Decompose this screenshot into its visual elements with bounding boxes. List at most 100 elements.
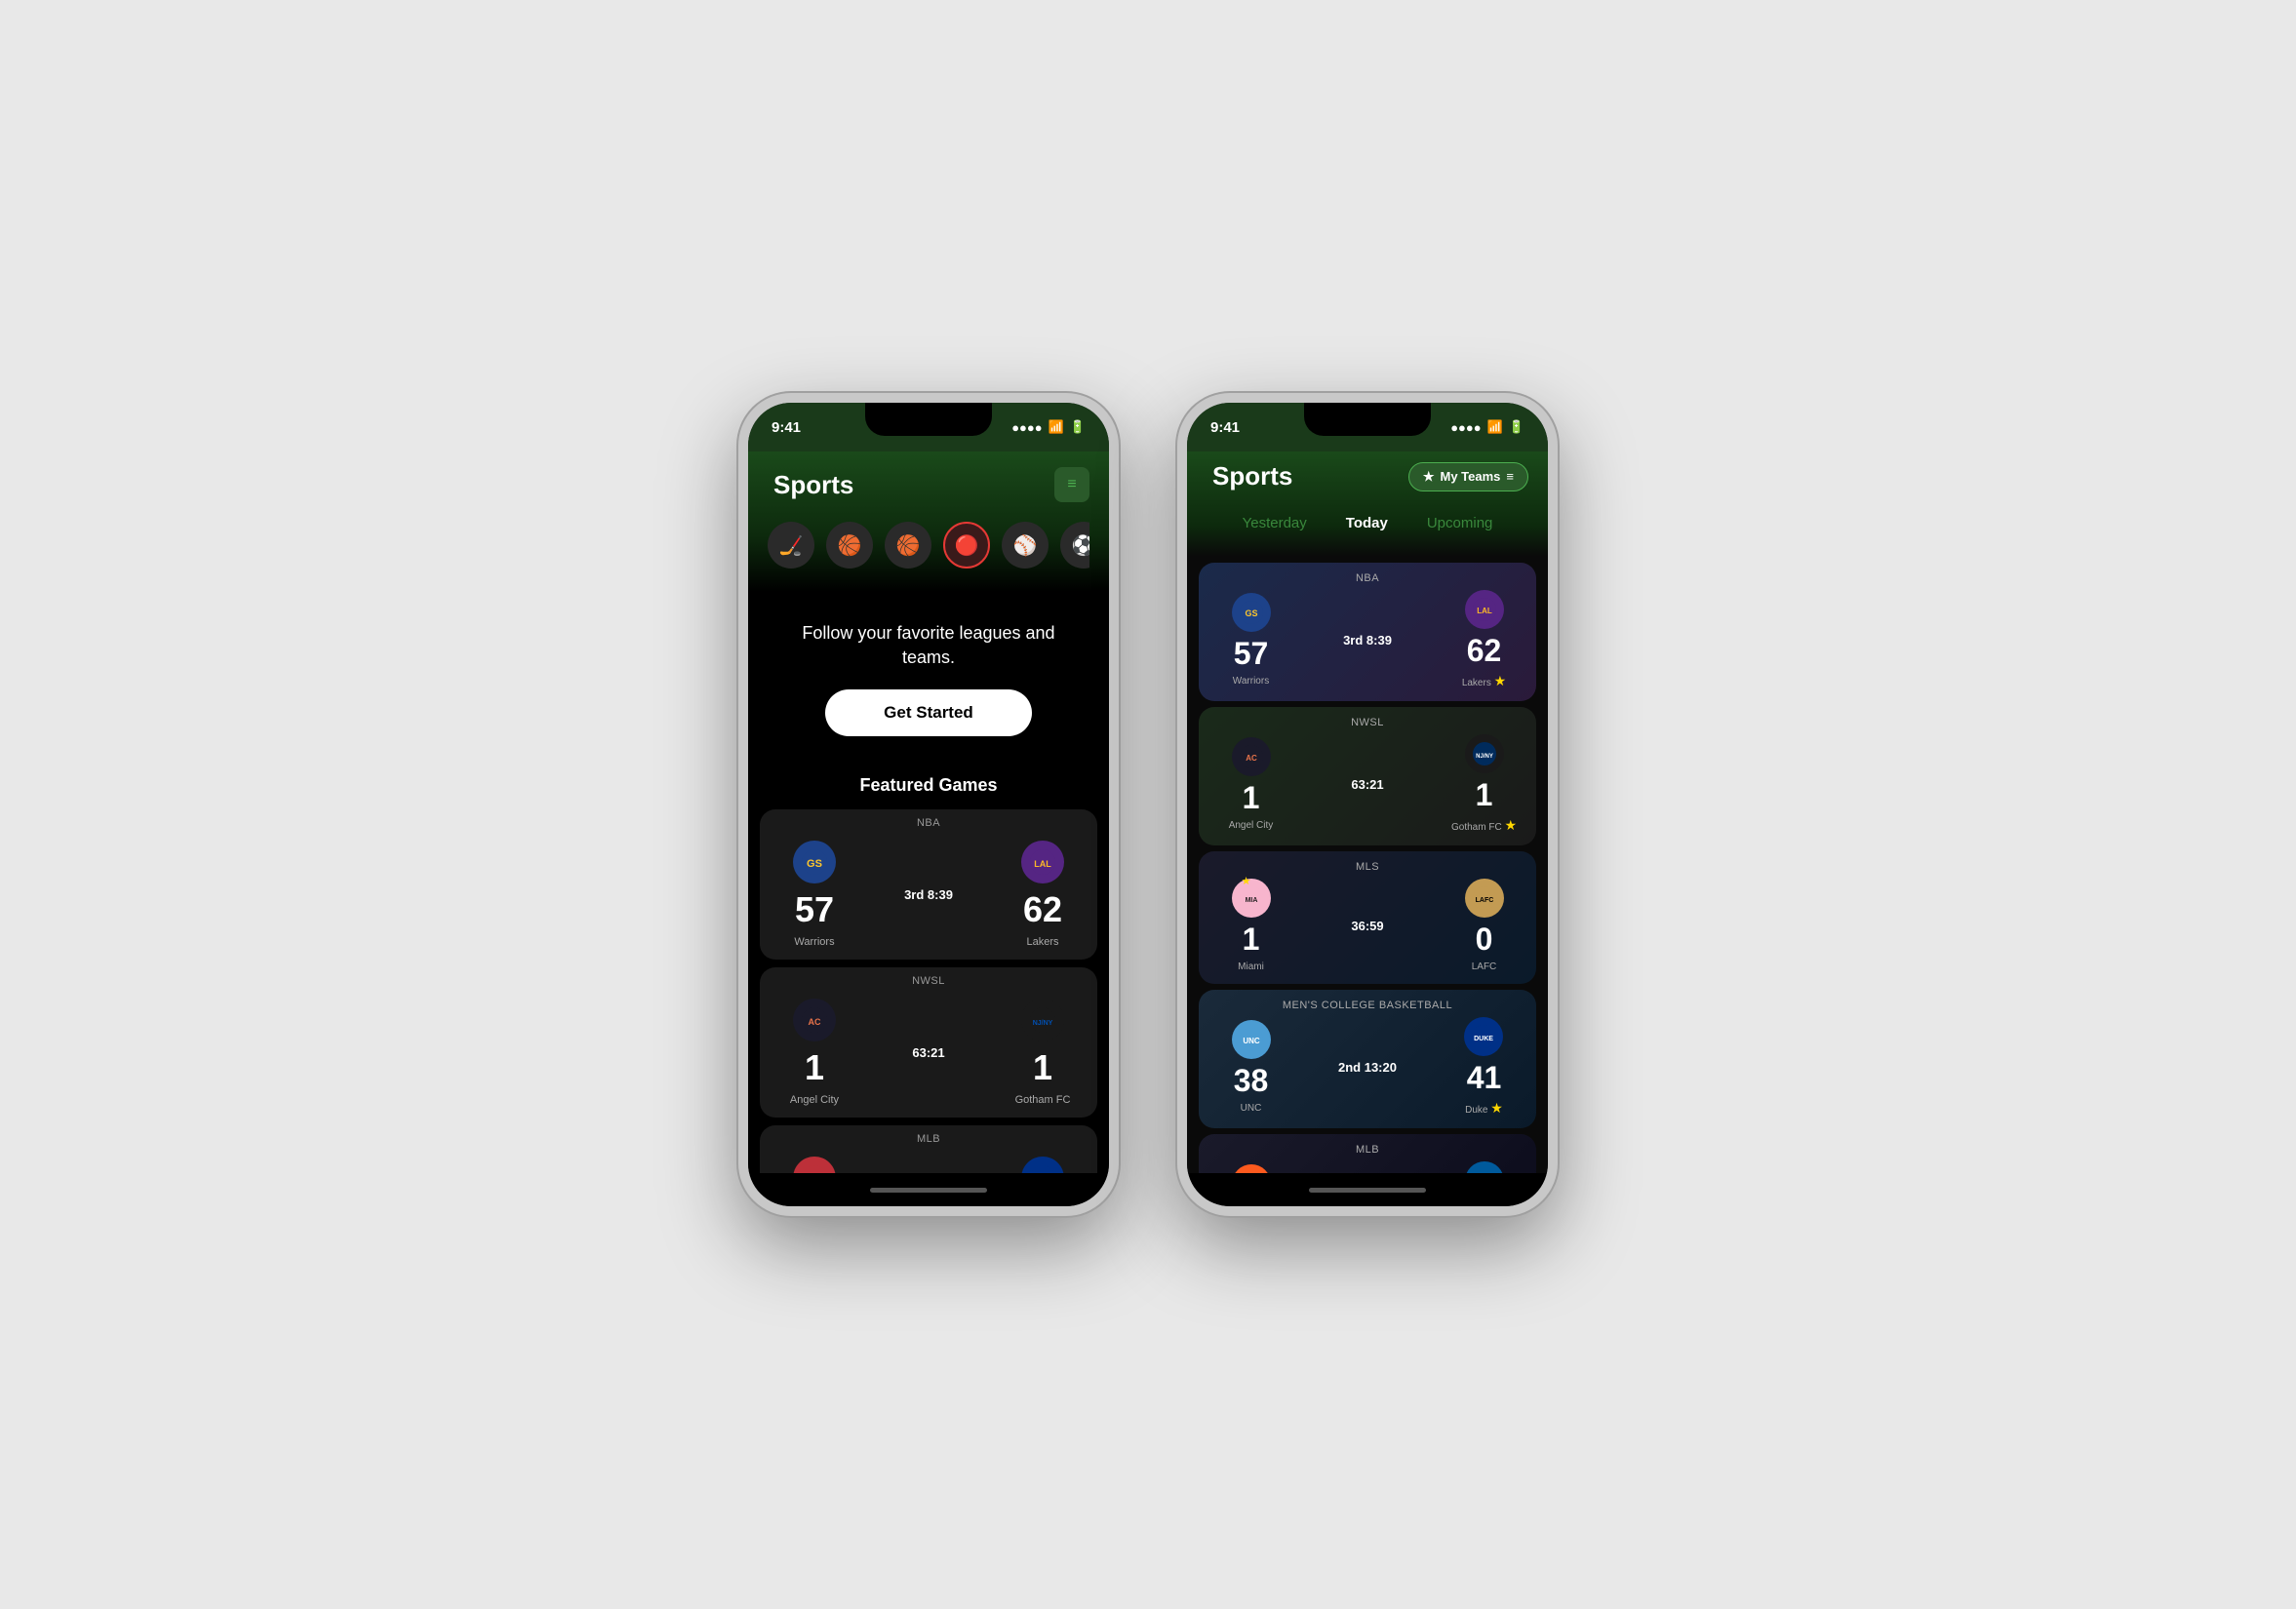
featured-title: Featured Games (748, 765, 1109, 809)
bottom-bar-1 (748, 1173, 1109, 1206)
svg-text:LAL: LAL (1477, 607, 1492, 615)
unc-score: 38 (1234, 1063, 1269, 1099)
phone-2-content: Sports ★ My Teams ≡ Yesterday Today Upco… (1187, 451, 1548, 1173)
game-card2-mls[interactable]: MLS ★ MIA 1 Miami 36: (1199, 851, 1536, 984)
nba-status-2: 3rd 8:39 (1343, 633, 1392, 648)
game-score2-mlb2: SF 4 Giants ⬤⬤⬤ ▲ 8th (1214, 1161, 1521, 1173)
notch-2 (1304, 403, 1431, 436)
miami-logo-2: MIA (1232, 879, 1271, 918)
warriors-logo-2: GS (1232, 593, 1271, 632)
lakers-name-2: Lakers ★ (1462, 673, 1506, 689)
get-started-button[interactable]: Get Started (825, 689, 1032, 736)
lakers-logo: LAL (1021, 841, 1064, 883)
lakers-score-2: 62 (1467, 633, 1502, 669)
featured-games-section: Featured Games NBA GS 57 (748, 756, 1109, 1173)
league-premier[interactable]: ⚽ (1060, 522, 1089, 569)
duke-score: 41 (1467, 1060, 1502, 1096)
wifi-icon-2: 📶 (1487, 419, 1503, 435)
game-card2-nba[interactable]: NBA GS 57 Warriors 3rd 8:39 (1199, 563, 1536, 701)
signal-icon-2: ●●●● (1450, 420, 1481, 435)
tab-yesterday[interactable]: Yesterday (1223, 509, 1326, 537)
league-nhl[interactable]: 🏒 (768, 522, 814, 569)
game-league-nwsl: NWSL (760, 967, 1097, 991)
gotham-name-2: Gotham FC ★ (1451, 817, 1517, 834)
game-card2-college-bball[interactable]: Men's College Basketball UNC 38 UNC (1199, 990, 1536, 1128)
app-title-2: Sports (1207, 461, 1292, 491)
team-gotham: NJ/NY 1 Gotham FC (1004, 999, 1082, 1106)
svg-text:UNC: UNC (1243, 1037, 1260, 1045)
game-info2-college: 2nd 13:20 (1338, 1060, 1397, 1075)
lafc-name: LAFC (1472, 961, 1497, 972)
college-status: 2nd 13:20 (1338, 1060, 1397, 1075)
game-league2-mlb2: MLB (1214, 1140, 1521, 1161)
game-info2-nwsl: 63:21 (1351, 777, 1383, 792)
league-nba[interactable]: 🏀 (885, 522, 931, 569)
app-name-1: Sports (773, 470, 853, 500)
game-league-mlb: MLB (760, 1125, 1097, 1149)
notch (865, 403, 992, 436)
angel-city-logo-2: AC (1232, 737, 1271, 776)
unc-name: UNC (1241, 1103, 1262, 1114)
gotham-name: Gotham FC (1015, 1094, 1071, 1106)
battery-icon: 🔋 (1070, 419, 1086, 435)
league-mlb[interactable]: ⚾ (1002, 522, 1049, 569)
warriors-score: 57 (795, 889, 834, 930)
follow-section: Follow your favorite leagues and teams. … (748, 592, 1109, 756)
menu-button-1[interactable]: ≡ (1054, 467, 1089, 502)
game-card-mlb[interactable]: MLB B 3 Red Sox (760, 1125, 1097, 1173)
tab-upcoming[interactable]: Upcoming (1407, 509, 1513, 537)
angel-city-score: 1 (805, 1047, 824, 1088)
app-title-row-2: Sports ★ My Teams ≡ (1207, 461, 1528, 491)
team2-lakers: LAL 62 Lakers ★ (1447, 590, 1521, 689)
miami-score: 1 (1243, 922, 1260, 958)
my-teams-label: My Teams (1441, 469, 1501, 484)
team2-giants: SF 4 Giants (1214, 1164, 1287, 1173)
game-card-nba[interactable]: NBA GS 57 Warriors (760, 809, 1097, 960)
game-score2-nwsl: AC 1 Angel City 63:21 NJ/NY (1214, 734, 1521, 834)
warriors-score-2: 57 (1234, 636, 1269, 672)
angel-city-name: Angel City (790, 1094, 839, 1106)
svg-text:GS: GS (1245, 608, 1257, 618)
battery-icon-2: 🔋 (1509, 419, 1524, 435)
lafc-logo-2: LAFC (1465, 879, 1504, 918)
game-card2-nwsl[interactable]: NWSL AC 1 Angel City 63:21 (1199, 707, 1536, 845)
svg-text:NJ/NY: NJ/NY (1033, 1020, 1053, 1027)
game-card2-mlb2[interactable]: MLB SF 4 Giants ⬤⬤⬤ ▲ (1199, 1134, 1536, 1173)
svg-text:MIA: MIA (1245, 897, 1257, 904)
game-card-nwsl[interactable]: NWSL AC 1 Angel City (760, 967, 1097, 1118)
star-icon-myteams: ★ (1423, 469, 1435, 485)
team2-gotham: NJ/NY 1 Gotham FC ★ (1447, 734, 1521, 834)
warriors-name-2: Warriors (1233, 676, 1269, 687)
svg-text:LAFC: LAFC (1475, 897, 1493, 904)
gotham-logo: NJ/NY (1021, 999, 1064, 1041)
miami-name: Miami (1238, 961, 1264, 972)
team-lakers: LAL 62 Lakers (1004, 841, 1082, 948)
svg-text:GS: GS (807, 858, 822, 870)
leagues-row: 🏒 🏀 🏀 🔴 ⚾ ⚽ 🎽 (768, 522, 1089, 572)
giants-logo: SF (1232, 1164, 1271, 1173)
signal-icon: ●●●● (1011, 420, 1042, 435)
tab-today[interactable]: Today (1326, 509, 1407, 537)
game-league-nba: NBA (760, 809, 1097, 833)
league-mls-active[interactable]: 🔴 (943, 522, 990, 569)
svg-text:AC: AC (1246, 754, 1257, 763)
redsox-logo: B (793, 1157, 836, 1173)
team2-angel-city: AC 1 Angel City (1214, 737, 1287, 831)
lakers-fav-star: ★ (1494, 673, 1507, 688)
game-score-nwsl: AC 1 Angel City 63:21 (760, 991, 1097, 1118)
dodgers-logo: LAD (1465, 1161, 1504, 1173)
game-league2-nba: NBA (1214, 569, 1521, 590)
my-teams-button[interactable]: ★ My Teams ≡ (1408, 462, 1528, 491)
team-yankees: NY 2 Yankees (1004, 1157, 1082, 1173)
nwsl-status: 63:21 (912, 1045, 944, 1060)
warriors-name: Warriors (794, 936, 834, 948)
status-icons-2: ●●●● 📶 🔋 (1450, 419, 1524, 435)
angel-city-logo: AC (793, 999, 836, 1041)
game-score2-nba: GS 57 Warriors 3rd 8:39 LAL (1214, 590, 1521, 689)
league-wnba[interactable]: 🏀 (826, 522, 873, 569)
game-score2-college: UNC 38 UNC 2nd 13:20 DUKE (1214, 1017, 1521, 1117)
gotham-score: 1 (1033, 1047, 1052, 1088)
team2-duke: DUKE 41 Duke ★ (1447, 1017, 1521, 1117)
svg-text:AC: AC (809, 1017, 821, 1027)
lafc-score: 0 (1476, 922, 1493, 958)
